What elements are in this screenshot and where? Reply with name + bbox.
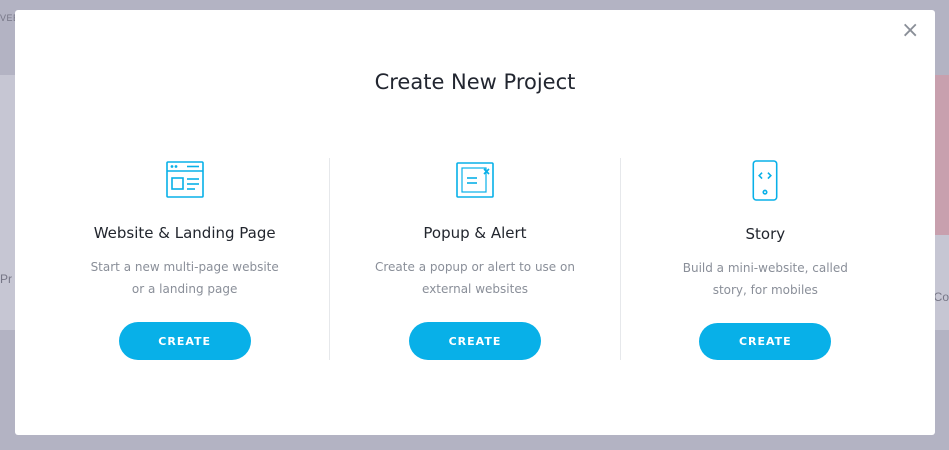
option-title: Popup & Alert	[423, 224, 527, 242]
option-description: Build a mini-website, called story, for …	[682, 260, 848, 297]
option-popup: Popup & Alert Create a popup or alert to…	[329, 158, 619, 360]
create-popup-button[interactable]: CREATE	[408, 322, 541, 360]
background-accent	[935, 75, 949, 235]
mobile-code-icon	[752, 160, 778, 201]
background-text-mid-right: Co	[933, 290, 949, 304]
create-project-modal: × Create New Project Website & Landing P…	[15, 10, 935, 435]
webpage-layout-icon	[165, 161, 204, 198]
background-text-mid-left: Pr	[0, 272, 12, 286]
option-story: Story Build a mini-website, called story…	[619, 158, 910, 360]
project-type-options: Website & Landing Page Start a new multi…	[40, 158, 910, 360]
create-website-button[interactable]: CREATE	[118, 322, 251, 360]
create-story-button[interactable]: CREATE	[699, 322, 832, 360]
close-icon[interactable]: ×	[901, 20, 919, 42]
option-description: Create a popup or alert to use on extern…	[375, 260, 575, 296]
option-website: Website & Landing Page Start a new multi…	[40, 158, 329, 360]
option-title: Story	[745, 224, 786, 243]
modal-title: Create New Project	[374, 70, 576, 94]
popup-window-icon	[456, 162, 494, 198]
option-title: Website & Landing Page	[93, 224, 276, 242]
option-description: Start a new multi-page website or a land…	[90, 260, 279, 296]
